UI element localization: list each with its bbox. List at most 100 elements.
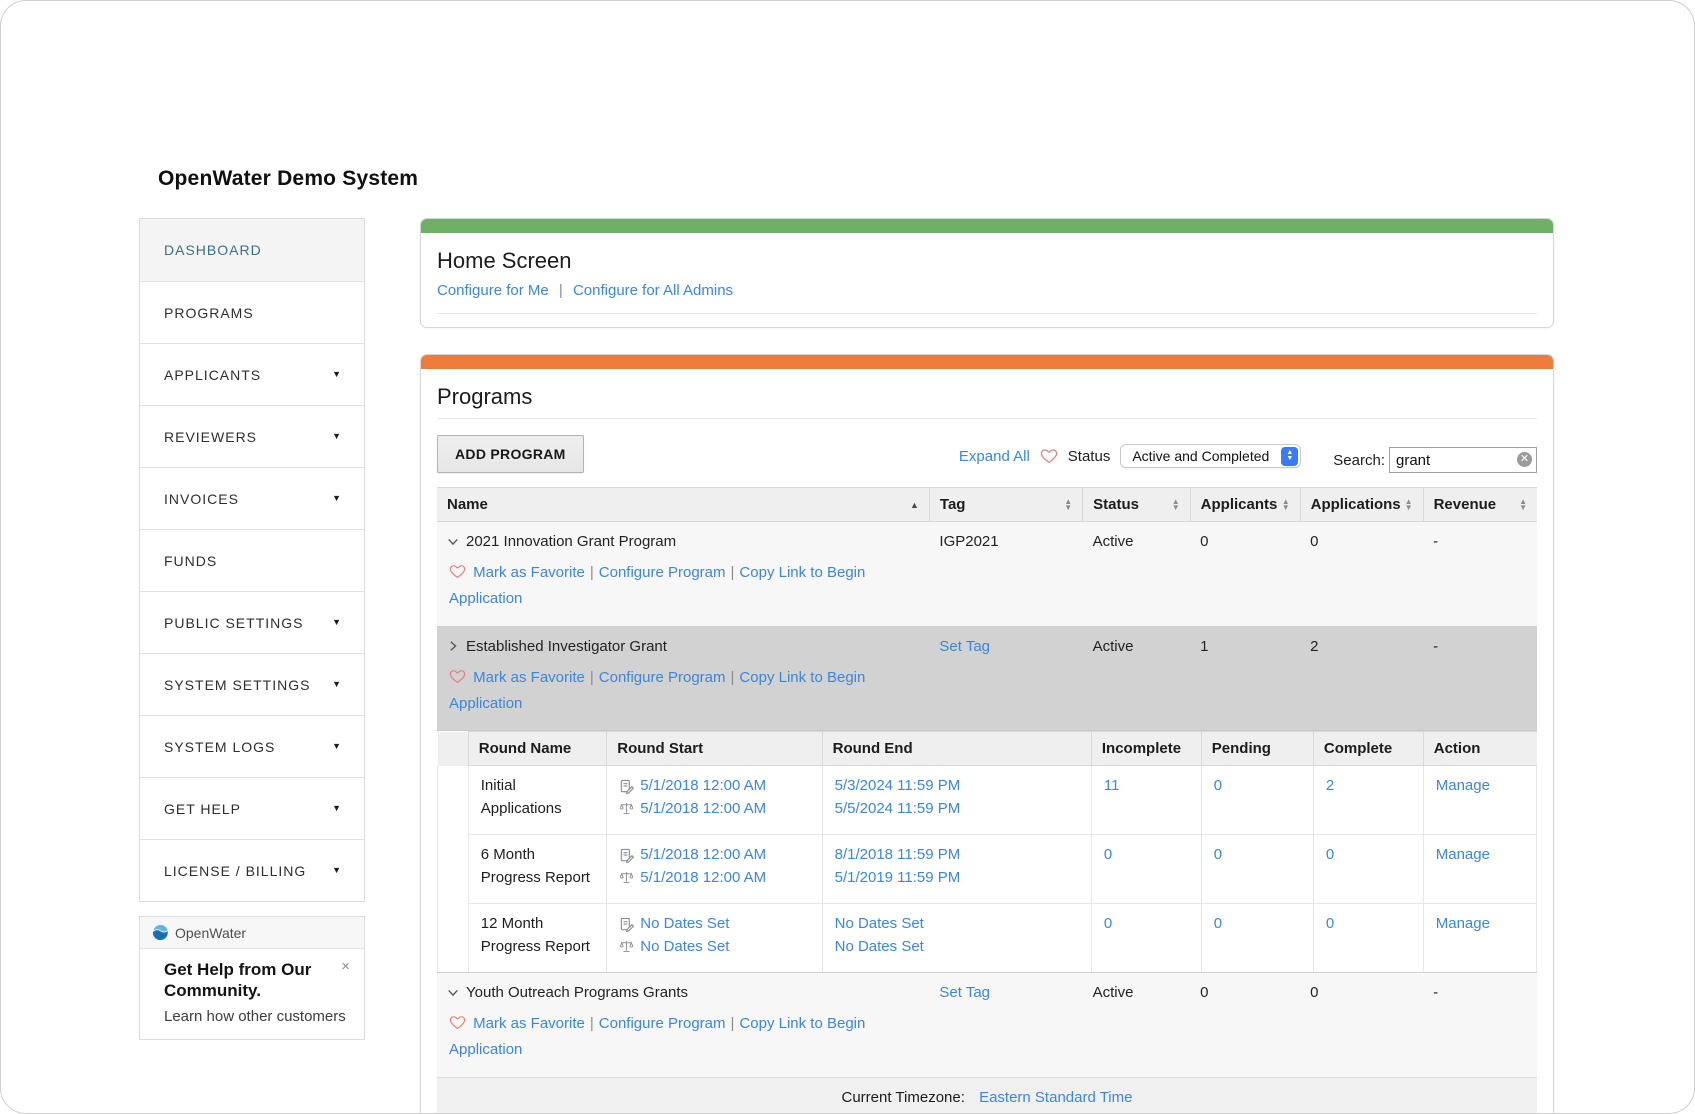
sidebar-item-reviewers[interactable]: REVIEWERS▼ bbox=[140, 405, 364, 467]
timezone-link[interactable]: Eastern Standard Time bbox=[979, 1089, 1132, 1106]
pending-count-link[interactable]: 0 bbox=[1214, 846, 1222, 863]
round-end-judging-date-link[interactable]: 5/1/2019 11:59 PM bbox=[835, 867, 961, 890]
mark-as-favorite-link[interactable]: Mark as Favorite bbox=[473, 669, 585, 686]
column-header-round-name: Round Name bbox=[468, 732, 606, 766]
program-applications: 0 bbox=[1300, 973, 1423, 1077]
complete-count-link[interactable]: 2 bbox=[1326, 777, 1334, 794]
set-tag-link[interactable]: Set Tag bbox=[939, 984, 990, 1001]
round-start-judging-date-link[interactable]: 5/1/2018 12:00 AM bbox=[640, 798, 766, 821]
sidebar-item-dashboard[interactable]: DASHBOARD bbox=[140, 219, 364, 281]
status-select[interactable]: Active and Completed ▲▼ bbox=[1120, 444, 1301, 468]
program-applicants: 0 bbox=[1190, 522, 1300, 627]
column-header-incomplete: Incomplete bbox=[1091, 732, 1201, 766]
sidebar-item-programs[interactable]: PROGRAMS bbox=[140, 281, 364, 343]
sort-icon: ▲▼ bbox=[1519, 499, 1527, 511]
expand-row-icon[interactable] bbox=[447, 640, 459, 652]
programs-table-header-row: Name▲ Tag▲▼ Status▲▼ Applicants▲▼ Applic… bbox=[437, 488, 1537, 522]
status-select-value: Active and Completed bbox=[1132, 448, 1273, 464]
program-applicants: 0 bbox=[1190, 973, 1300, 1077]
judging-scale-icon bbox=[619, 939, 634, 954]
sidebar: DASHBOARD PROGRAMS APPLICANTS▼ REVIEWERS… bbox=[139, 218, 365, 1040]
home-panel-accent-bar bbox=[421, 219, 1553, 233]
sidebar-item-funds[interactable]: FUNDS bbox=[140, 529, 364, 591]
sidebar-item-license-billing[interactable]: LICENSE / BILLING▼ bbox=[140, 839, 364, 901]
sidebar-item-applicants[interactable]: APPLICANTS▼ bbox=[140, 343, 364, 405]
sidebar-item-public-settings[interactable]: PUBLIC SETTINGS▼ bbox=[140, 591, 364, 653]
column-header-pending: Pending bbox=[1201, 732, 1313, 766]
favorites-filter-heart-icon[interactable] bbox=[1040, 447, 1058, 465]
manage-round-link[interactable]: Manage bbox=[1436, 846, 1490, 863]
complete-count-link[interactable]: 0 bbox=[1326, 915, 1334, 932]
openwater-logo-icon bbox=[152, 924, 169, 941]
sort-ascending-icon: ▲ bbox=[910, 500, 919, 510]
sidebar-nav: DASHBOARD PROGRAMS APPLICANTS▼ REVIEWERS… bbox=[139, 218, 365, 902]
sidebar-item-system-settings[interactable]: SYSTEM SETTINGS▼ bbox=[140, 653, 364, 715]
program-revenue: - bbox=[1423, 522, 1537, 627]
sidebar-item-get-help[interactable]: GET HELP▼ bbox=[140, 777, 364, 839]
manage-round-link[interactable]: Manage bbox=[1436, 915, 1490, 932]
programs-toolbar: ADD PROGRAM Expand All Status Active and… bbox=[437, 435, 1537, 473]
openwater-brand-text: OpenWater bbox=[175, 925, 246, 941]
heart-icon[interactable] bbox=[449, 563, 466, 580]
round-end-application-date-link[interactable]: No Dates Set bbox=[835, 913, 924, 936]
column-header-name[interactable]: Name▲ bbox=[437, 488, 929, 522]
chevron-down-icon: ▼ bbox=[332, 804, 342, 813]
select-stepper-icon: ▲▼ bbox=[1281, 447, 1298, 466]
sort-icon: ▲▼ bbox=[1064, 499, 1072, 511]
mark-as-favorite-link[interactable]: Mark as Favorite bbox=[473, 564, 585, 581]
link-separator: | bbox=[559, 282, 563, 299]
sidebar-item-invoices[interactable]: INVOICES▼ bbox=[140, 467, 364, 529]
round-end-application-date-link[interactable]: 5/3/2024 11:59 PM bbox=[835, 775, 961, 798]
mark-as-favorite-link[interactable]: Mark as Favorite bbox=[473, 1015, 585, 1032]
round-start-judging-date-link[interactable]: 5/1/2018 12:00 AM bbox=[640, 867, 766, 890]
help-card-title: Get Help from Our Community. bbox=[164, 959, 334, 1002]
close-icon[interactable]: × bbox=[341, 959, 350, 974]
incomplete-count-link[interactable]: 0 bbox=[1104, 915, 1112, 932]
round-start-application-date-link[interactable]: 5/1/2018 12:00 AM bbox=[640, 775, 766, 798]
page-title: OpenWater Demo System bbox=[158, 167, 1694, 191]
incomplete-count-link[interactable]: 0 bbox=[1104, 846, 1112, 863]
column-header-action: Action bbox=[1423, 732, 1536, 766]
program-applicants: 1 bbox=[1190, 626, 1300, 731]
configure-for-all-admins-link[interactable]: Configure for All Admins bbox=[573, 282, 733, 299]
column-header-applications[interactable]: Applications▲▼ bbox=[1300, 488, 1423, 522]
configure-program-link[interactable]: Configure Program bbox=[599, 669, 726, 686]
app-window: OpenWater Demo System DASHBOARD PROGRAMS… bbox=[0, 0, 1695, 1114]
column-header-status[interactable]: Status▲▼ bbox=[1083, 488, 1191, 522]
round-start-application-date-link[interactable]: No Dates Set bbox=[640, 913, 729, 936]
round-start-judging-date-link[interactable]: No Dates Set bbox=[640, 936, 729, 959]
heart-icon[interactable] bbox=[449, 1014, 466, 1031]
chevron-down-icon: ▼ bbox=[332, 432, 342, 441]
round-end-judging-date-link[interactable]: No Dates Set bbox=[835, 936, 924, 959]
round-name: 12 Month Progress Report bbox=[468, 904, 606, 973]
round-end-judging-date-link[interactable]: 5/5/2024 11:59 PM bbox=[835, 798, 961, 821]
column-header-applicants[interactable]: Applicants▲▼ bbox=[1190, 488, 1300, 522]
round-end-application-date-link[interactable]: 8/1/2018 11:59 PM bbox=[835, 844, 961, 867]
status-filter-label: Status bbox=[1068, 448, 1111, 465]
configure-program-link[interactable]: Configure Program bbox=[599, 1015, 726, 1032]
complete-count-link[interactable]: 0 bbox=[1326, 846, 1334, 863]
collapse-row-icon[interactable] bbox=[447, 536, 459, 548]
set-tag-link[interactable]: Set Tag bbox=[939, 638, 990, 655]
round-start-application-date-link[interactable]: 5/1/2018 12:00 AM bbox=[640, 844, 766, 867]
manage-round-link[interactable]: Manage bbox=[1436, 777, 1490, 794]
configure-program-link[interactable]: Configure Program bbox=[599, 564, 726, 581]
sidebar-item-system-logs[interactable]: SYSTEM LOGS▼ bbox=[140, 715, 364, 777]
configure-for-me-link[interactable]: Configure for Me bbox=[437, 282, 549, 299]
program-name: Established Investigator Grant bbox=[466, 638, 667, 655]
column-header-revenue[interactable]: Revenue▲▼ bbox=[1423, 488, 1537, 522]
collapse-row-icon[interactable] bbox=[447, 987, 459, 999]
column-header-tag[interactable]: Tag▲▼ bbox=[929, 488, 1082, 522]
column-header-round-start: Round Start bbox=[607, 732, 822, 766]
add-program-button[interactable]: ADD PROGRAM bbox=[437, 435, 584, 473]
expand-all-link[interactable]: Expand All bbox=[959, 448, 1030, 465]
incomplete-count-link[interactable]: 11 bbox=[1104, 777, 1120, 794]
search-input[interactable] bbox=[1389, 447, 1537, 473]
clear-search-icon[interactable]: ✕ bbox=[1517, 452, 1532, 467]
program-row-established-investigator: Established Investigator Grant Mark as F… bbox=[437, 626, 1537, 731]
heart-icon[interactable] bbox=[449, 668, 466, 685]
round-row-initial-applications: Initial Applications 5/1/2018 12:00 AM 5… bbox=[438, 766, 1537, 835]
pending-count-link[interactable]: 0 bbox=[1214, 915, 1222, 932]
program-revenue: - bbox=[1423, 973, 1537, 1077]
pending-count-link[interactable]: 0 bbox=[1214, 777, 1222, 794]
